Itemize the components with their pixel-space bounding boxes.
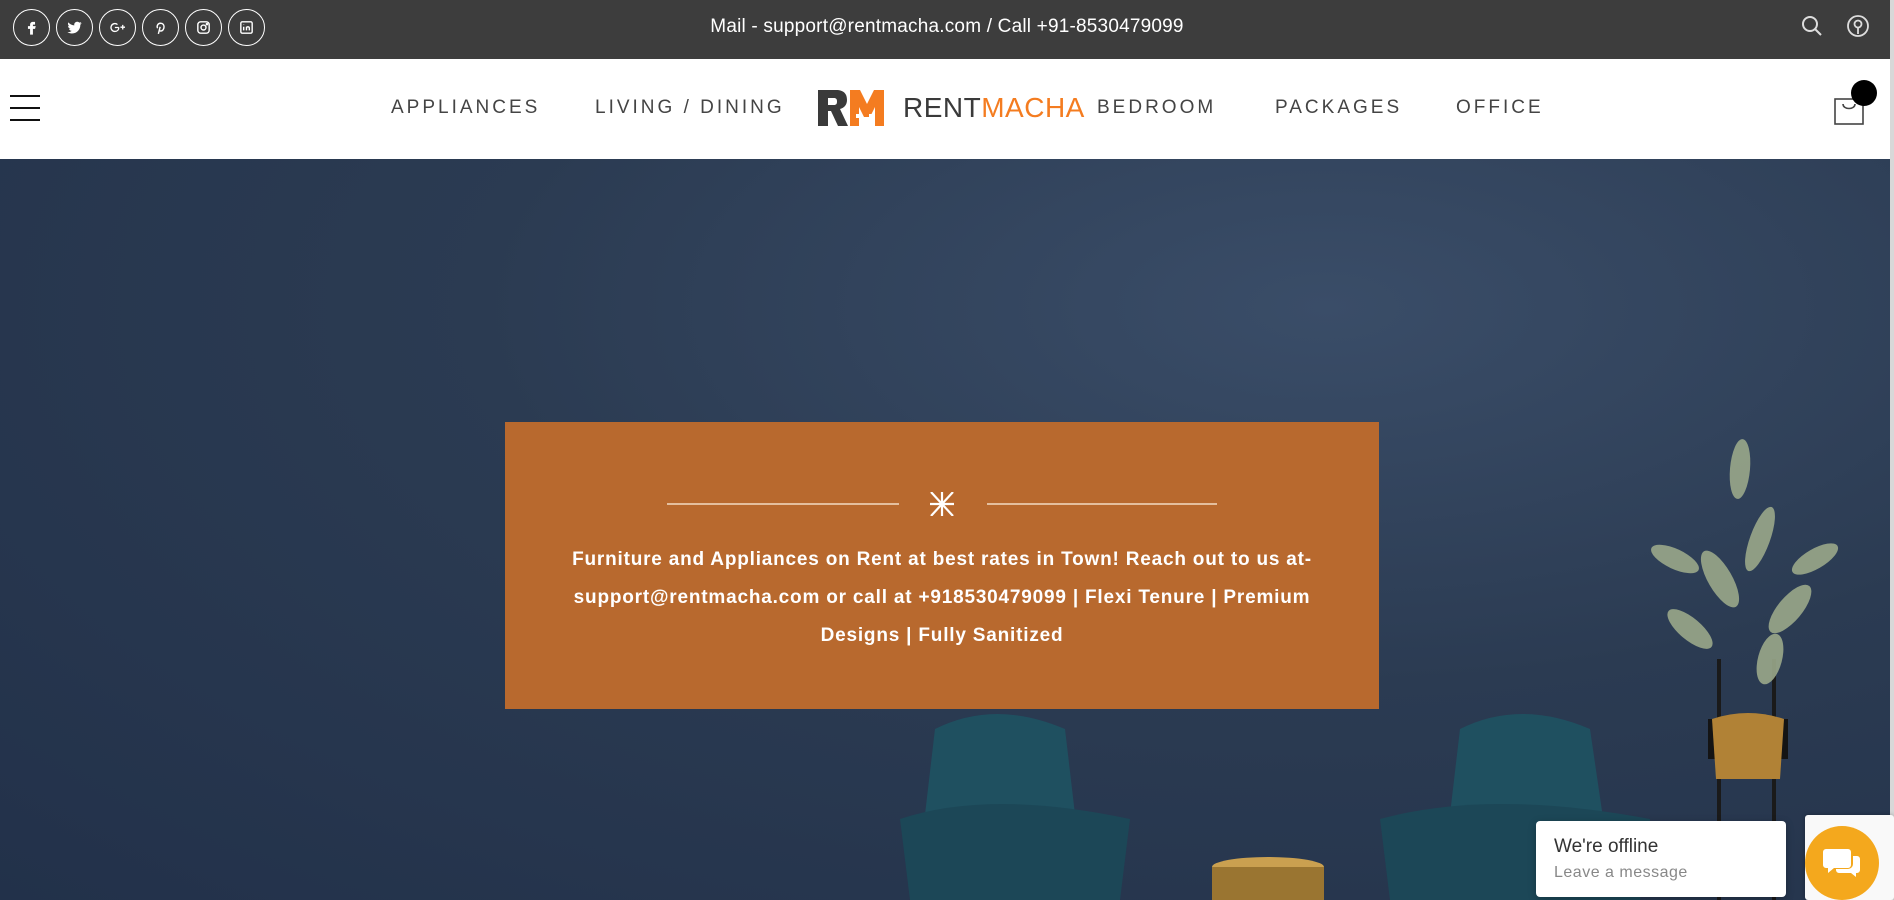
search-icon[interactable]	[1800, 14, 1824, 38]
ornament-divider-icon	[667, 492, 1217, 516]
nav-living-dining[interactable]: LIVING / DINING	[595, 97, 785, 119]
top-bar: Mail - support@rentmacha.com / Call +91-…	[0, 0, 1894, 59]
chat-subtitle: Leave a message	[1554, 864, 1688, 881]
chat-offline-bubble[interactable]: We're offline Leave a message	[1536, 821, 1786, 897]
main-header: APPLIANCES LIVING / DINING RENTMACHA BED…	[0, 59, 1894, 159]
banner-text: Furniture and Appliances on Rent at best…	[572, 549, 1312, 646]
logo[interactable]: RENTMACHA	[816, 88, 1084, 128]
menu-icon[interactable]	[10, 95, 40, 124]
top-icons	[1800, 14, 1870, 38]
logo-text: RENTMACHA	[903, 92, 1085, 124]
chat-bubbles-icon	[1823, 849, 1860, 877]
promo-banner: Furniture and Appliances on Rent at best…	[505, 422, 1379, 709]
nav-appliances[interactable]: APPLIANCES	[391, 97, 540, 119]
user-icon[interactable]	[1846, 14, 1870, 38]
nav-office[interactable]: OFFICE	[1456, 97, 1544, 119]
logo-rent: RENT	[903, 92, 982, 123]
hero-section: Furniture and Appliances on Rent at best…	[0, 159, 1894, 900]
nav-packages[interactable]: PACKAGES	[1275, 97, 1402, 119]
nav-bedroom[interactable]: BEDROOM	[1097, 97, 1216, 119]
chat-icon[interactable]	[1805, 826, 1879, 900]
contact-info: Mail - support@rentmacha.com / Call +91-…	[710, 16, 1184, 37]
page-scrollbar[interactable]	[1890, 0, 1894, 900]
logo-macha: MACHA	[981, 92, 1085, 123]
chat-title: We're offline	[1554, 836, 1659, 857]
cart-count-badge	[1851, 80, 1877, 106]
logo-mark-icon	[816, 88, 892, 128]
